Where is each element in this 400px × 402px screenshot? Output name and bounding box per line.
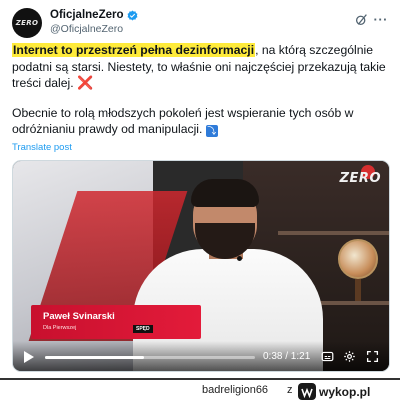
lapel-mic (237, 256, 242, 261)
speaker-name: Paweł Svinarski (43, 311, 115, 322)
verified-icon (127, 10, 137, 20)
captions-icon[interactable] (321, 350, 334, 363)
author-names: OficjalneZero @OficjalneZero (50, 9, 138, 35)
more-icon[interactable]: ··· (374, 12, 389, 27)
channel-logo: ZERO (339, 171, 381, 186)
tweet-text-second: Obecnie to rolą młodszych pokoleń jest w… (12, 105, 354, 137)
red-x-emoji: ❌ (77, 75, 94, 90)
grok-icon[interactable] (355, 13, 368, 26)
tweet-header: ZERO OficjalneZero @OficjalneZero ··· (10, 6, 390, 46)
tweet-text: Internet to przestrzeń pełna dezinformac… (12, 42, 390, 151)
translate-post-link[interactable]: Translate post (12, 142, 72, 153)
progress-fill (45, 356, 144, 359)
wykop-logo-icon (298, 383, 316, 400)
speaker-role: Dla Pierwszej (43, 325, 77, 331)
video-controls: 0:38 / 1:21 (13, 341, 389, 371)
globe (338, 239, 378, 279)
from-label: z (287, 384, 293, 396)
time-display: 0:38 / 1:21 (263, 351, 311, 362)
site-name: wykop.pl (319, 384, 371, 399)
video-player[interactable]: ZERO Paweł Svinarski Dla Pierwszej SPĘD … (12, 160, 390, 372)
lower-third-tag: SPĘD (133, 325, 153, 333)
wykop-footer: badreligion66 z wykop.pl (0, 380, 400, 402)
wykop-mark-icon (301, 387, 313, 398)
shelf (278, 231, 389, 235)
tweet-paragraph-2: Obecnie to rolą młodszych pokoleń jest w… (12, 105, 390, 138)
avatar-logo-text: ZERO (15, 19, 39, 27)
progress-bar[interactable] (45, 356, 255, 359)
display-name[interactable]: OficjalneZero (50, 9, 124, 21)
wykop-logo[interactable]: wykop.pl (298, 383, 370, 400)
handle[interactable]: @OficjalneZero (50, 23, 138, 35)
arrow-down-emoji-icon: ⤵ (205, 125, 218, 137)
settings-icon[interactable] (343, 350, 356, 363)
display-name-row: OficjalneZero (50, 9, 138, 21)
uploader-username[interactable]: badreligion66 (202, 384, 268, 396)
highlighted-text: Internet to przestrzeń pełna dezinformac… (12, 43, 256, 57)
tweet-card: ZERO OficjalneZero @OficjalneZero ··· In… (0, 0, 400, 378)
fullscreen-icon[interactable] (366, 350, 379, 363)
lower-third-banner: Paweł Svinarski Dla Pierwszej (31, 305, 201, 339)
tweet-paragraph-1: Internet to przestrzeń pełna dezinformac… (12, 42, 390, 92)
globe-stand (355, 279, 361, 301)
avatar[interactable]: ZERO (12, 8, 42, 38)
person-hair (191, 179, 259, 207)
play-icon[interactable] (24, 351, 34, 363)
